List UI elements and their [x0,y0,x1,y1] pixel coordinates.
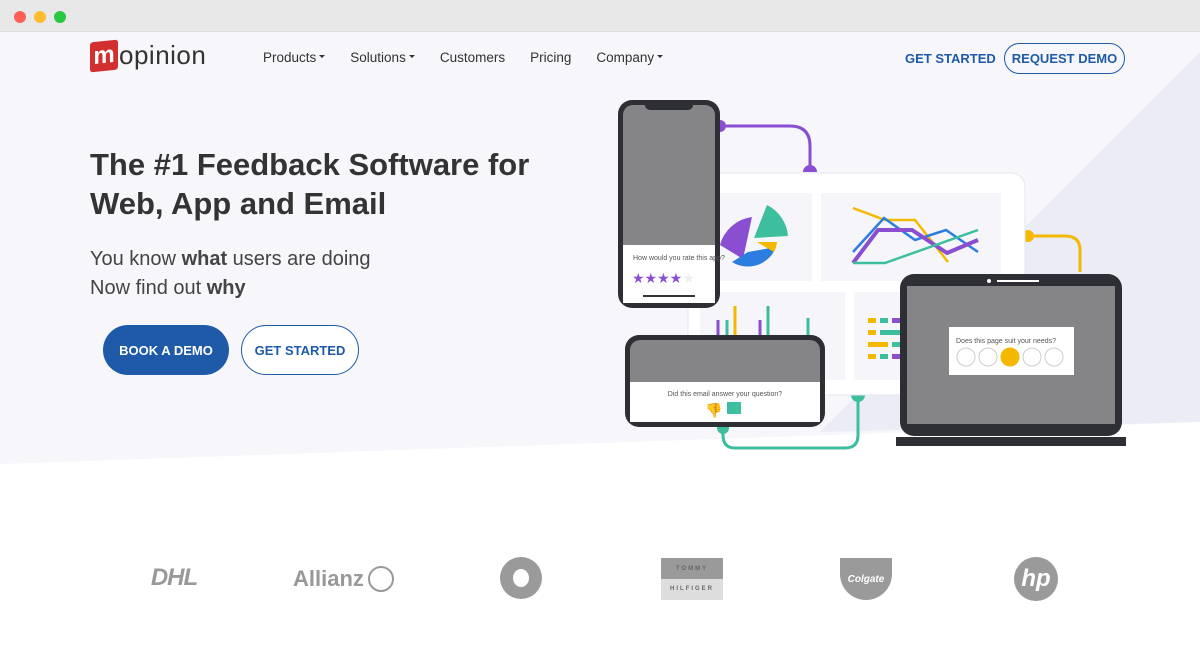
logo-allianz: Allianz [293,564,394,594]
logo-hp: hp [1014,557,1058,601]
nav-company[interactable]: Company [596,50,663,65]
get-started-button[interactable]: GET STARTED [241,325,359,375]
request-demo-button[interactable]: REQUEST DEMO [1004,43,1125,74]
book-demo-button[interactable]: BOOK A DEMO [103,325,229,375]
browser-chrome [0,0,1200,32]
logo-dhl: DHL [118,562,230,592]
star-rating: ★★★★★ [632,270,695,286]
nav-products[interactable]: Products [263,50,325,65]
nav-pricing[interactable]: Pricing [530,50,571,65]
hero-title: The #1 Feedback Software for Web, App an… [90,147,530,221]
subtitle-bold: what [181,248,228,270]
thumbs-up-icon [727,402,741,414]
subtitle-text: users are doing [227,248,371,270]
close-window-button[interactable] [14,11,26,23]
thumbs-down-icon: 👎 [705,402,722,419]
nav-customers[interactable]: Customers [440,50,505,65]
get-started-link[interactable]: GET STARTED [905,51,996,66]
minimize-window-button[interactable] [34,11,46,23]
subtitle-text: Now find out [90,277,207,299]
logo-tommy-hilfiger: TOMMY HILFIGER [661,558,723,600]
hero-subtitle: You know what users are doing Now find o… [90,245,371,303]
main-nav: Products Solutions Customers Pricing Com… [263,50,663,65]
subtitle-bold: why [206,277,246,299]
maximize-window-button[interactable] [54,11,66,23]
app-question: How would you rate this app? [633,255,725,262]
logo-vodafone [500,557,542,599]
allianz-text: Allianz [293,566,364,591]
email-question: Did this email answer your question? [668,391,782,398]
product-illustration: How would you rate this app? ★★★★★ Did t… [618,100,1126,450]
nav-solutions[interactable]: Solutions [350,50,415,65]
mopinion-logo[interactable]: m opinion [90,39,206,72]
logo-colgate: Colgate [840,558,892,600]
subtitle-text: You know [90,248,182,270]
web-question: Does this page suit your needs? [956,338,1056,345]
